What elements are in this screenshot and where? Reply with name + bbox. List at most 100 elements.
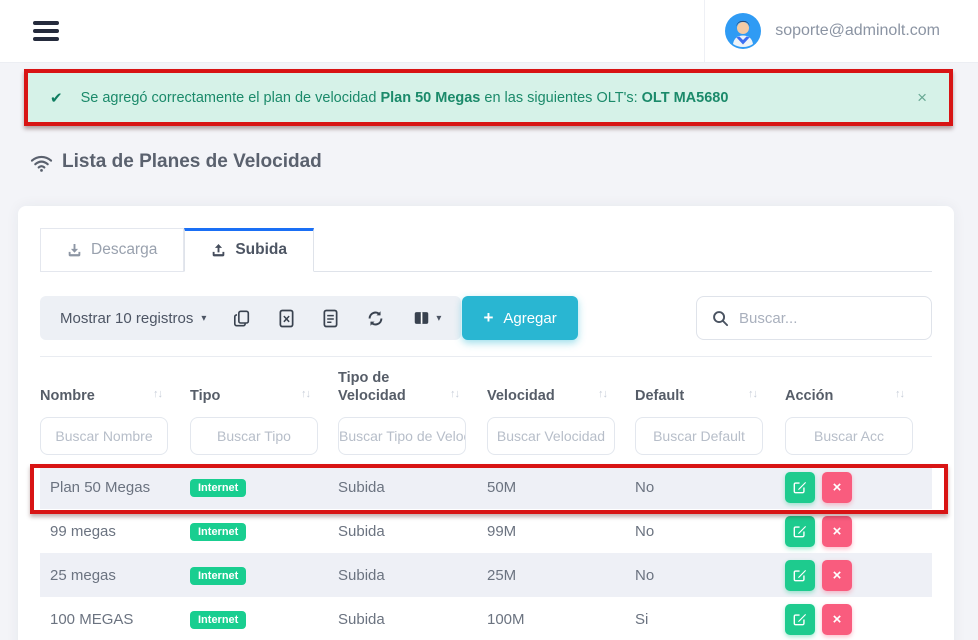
column-header-velocidad[interactable]: Velocidad↑↓ (487, 357, 635, 414)
edit-button[interactable] (785, 472, 815, 503)
table-toolbar: Mostrar 10 registros ▾ (40, 296, 932, 340)
hamburger-bar (33, 21, 59, 25)
wifi-icon (30, 152, 53, 173)
page-title: Lista de Planes de Velocidad (62, 151, 322, 173)
default-cell: No (635, 509, 785, 553)
refresh-icon (366, 309, 385, 328)
hamburger-bar (33, 29, 59, 33)
excel-export-button[interactable] (278, 309, 295, 328)
plan-type-cell: Internet (190, 597, 338, 640)
plans-table: Nombre↑↓ Tipo↑↓ Tipo de Velocidad↑↓ Velo… (40, 356, 932, 640)
file-export-button[interactable] (322, 309, 339, 328)
edit-pencil-icon (793, 568, 807, 582)
sort-icon: ↑↓ (153, 385, 162, 405)
filter-tipo-velocidad-input[interactable] (338, 417, 466, 455)
upload-icon (211, 243, 226, 258)
refresh-button[interactable] (366, 309, 385, 328)
delete-x-icon: × (833, 479, 842, 496)
copy-icon (233, 309, 251, 328)
alert-plan-name: Plan 50 Megas (380, 90, 480, 106)
search-box (696, 296, 932, 340)
tab-subida-label: Subida (235, 241, 287, 259)
copy-button[interactable] (233, 309, 251, 328)
table-row: 25 megas Internet Subida 25M No × (40, 553, 932, 597)
hamburger-menu-icon[interactable] (33, 21, 59, 41)
column-header-tipo[interactable]: Tipo↑↓ (190, 357, 338, 414)
check-icon: ✔ (50, 89, 63, 107)
internet-badge: Internet (190, 567, 246, 585)
records-per-page-label: Mostrar 10 registros (60, 310, 193, 327)
page-title-bar: Lista de Planes de Velocidad (30, 151, 322, 173)
tab-descarga-label: Descarga (91, 241, 157, 259)
columns-icon (412, 309, 431, 327)
default-cell: No (635, 465, 785, 509)
plan-type-cell: Internet (190, 465, 338, 509)
edit-button[interactable] (785, 604, 815, 635)
column-header-tipo-velocidad[interactable]: Tipo de Velocidad↑↓ (338, 357, 487, 414)
edit-pencil-icon (793, 612, 807, 626)
edit-pencil-icon (793, 524, 807, 538)
speed-cell: 25M (487, 553, 635, 597)
records-per-page-dropdown[interactable]: Mostrar 10 registros ▾ (60, 310, 206, 327)
edit-button[interactable] (785, 560, 815, 591)
edit-pencil-icon (793, 480, 807, 494)
search-input[interactable] (739, 310, 938, 327)
filter-accion-input[interactable] (785, 417, 913, 455)
table-row: 100 MEGAS Internet Subida 100M Si × (40, 597, 932, 640)
table-row: 99 megas Internet Subida 99M No × (40, 509, 932, 553)
default-cell: No (635, 553, 785, 597)
add-button[interactable]: + Agregar (462, 296, 577, 340)
actions-cell: × (785, 509, 932, 553)
hamburger-bar (33, 37, 59, 41)
column-header-accion[interactable]: Acción↑↓ (785, 357, 932, 414)
plan-name-cell: Plan 50 Megas (40, 465, 190, 509)
actions-cell: × (785, 597, 932, 640)
user-email: soporte@adminolt.com (775, 22, 940, 40)
sort-icon: ↑↓ (450, 385, 459, 405)
delete-button[interactable]: × (822, 516, 852, 547)
caret-down-icon: ▾ (436, 313, 441, 324)
tab-subida[interactable]: Subida (184, 228, 314, 272)
plan-type-cell: Internet (190, 553, 338, 597)
edit-button[interactable] (785, 516, 815, 547)
top-navbar: soporte@adminolt.com (0, 0, 978, 63)
search-icon (712, 310, 729, 327)
sort-icon: ↑↓ (895, 385, 904, 405)
delete-x-icon: × (833, 523, 842, 540)
success-alert: ✔ Se agregó correctamente el plan de vel… (28, 73, 949, 122)
speed-cell: 50M (487, 465, 635, 509)
delete-button[interactable]: × (822, 604, 852, 635)
filter-tipo-input[interactable] (190, 417, 318, 455)
actions-cell: × (785, 553, 932, 597)
column-header-default[interactable]: Default↑↓ (635, 357, 785, 414)
speed-type-cell: Subida (338, 465, 487, 509)
column-header-nombre[interactable]: Nombre↑↓ (40, 357, 190, 414)
add-button-label: Agregar (503, 310, 556, 327)
speed-type-cell: Subida (338, 509, 487, 553)
delete-x-icon: × (833, 567, 842, 584)
plan-name-cell: 99 megas (40, 509, 190, 553)
column-visibility-button[interactable]: ▾ (412, 309, 441, 327)
internet-badge: Internet (190, 523, 246, 541)
filter-default-input[interactable] (635, 417, 763, 455)
filter-nombre-input[interactable] (40, 417, 168, 455)
speed-type-cell: Subida (338, 597, 487, 640)
annotation-box-alert: ✔ Se agregó correctamente el plan de vel… (24, 69, 953, 126)
toolbar-left-group: Mostrar 10 registros ▾ (40, 296, 461, 340)
user-menu[interactable]: soporte@adminolt.com (704, 0, 978, 62)
table-header-row: Nombre↑↓ Tipo↑↓ Tipo de Velocidad↑↓ Velo… (40, 357, 932, 414)
alert-message: Se agregó correctamente el plan de veloc… (81, 90, 729, 106)
tab-descarga[interactable]: Descarga (40, 228, 184, 272)
sort-icon: ↑↓ (598, 385, 607, 405)
filter-velocidad-input[interactable] (487, 417, 615, 455)
delete-button[interactable]: × (822, 560, 852, 591)
plan-type-cell: Internet (190, 509, 338, 553)
delete-button[interactable]: × (822, 472, 852, 503)
speed-cell: 99M (487, 509, 635, 553)
tab-bar: Descarga Subida (40, 228, 932, 272)
actions-cell: × (785, 465, 932, 509)
content-card: Descarga Subida Mostrar 10 registros ▾ (18, 206, 954, 640)
internet-badge: Internet (190, 611, 246, 629)
default-cell: Si (635, 597, 785, 640)
alert-close-button[interactable]: × (917, 88, 927, 108)
